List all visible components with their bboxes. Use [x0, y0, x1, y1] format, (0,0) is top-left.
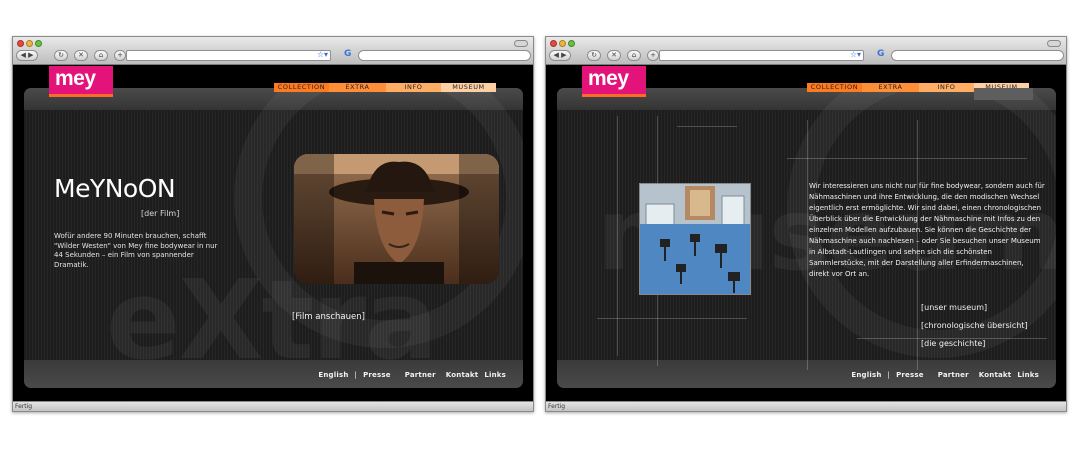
google-search-icon[interactable]: G: [344, 49, 351, 59]
footer-link-kontakt[interactable]: Kontakt: [446, 371, 479, 379]
page-description: Wofür andere 90 Minuten brauchen, schaff…: [54, 232, 218, 269]
film-preview-image[interactable]: [294, 154, 499, 284]
search-field[interactable]: [358, 50, 531, 61]
nav-item-museum[interactable]: MUSEUM: [441, 83, 496, 92]
footer-separator: |: [354, 371, 358, 379]
guide-line: [597, 318, 747, 319]
add-bookmark-button[interactable]: +: [114, 50, 126, 61]
site-panel: eXtra MeYNoON [der Film] Wofür andere 90…: [24, 88, 523, 388]
bookmark-star-icon[interactable]: ☆▾: [317, 50, 328, 59]
add-bookmark-button[interactable]: +: [647, 50, 659, 61]
museum-interior-image: [640, 184, 750, 294]
footer-link-partner[interactable]: Partner: [938, 371, 969, 379]
address-bar[interactable]: ☆▾: [659, 50, 864, 61]
nav-item-extra[interactable]: EXTRA: [329, 83, 386, 92]
zoom-window-button[interactable]: [568, 40, 575, 47]
watch-film-link[interactable]: [Film anschauen]: [292, 312, 365, 322]
logo-text: mey: [55, 67, 96, 90]
footer-link-presse[interactable]: Presse: [363, 371, 391, 379]
reload-icon[interactable]: ↻: [587, 50, 601, 61]
google-search-icon[interactable]: G: [877, 49, 884, 59]
main-navigation: COLLECTION EXTRA INFO MUSEUM: [274, 83, 496, 92]
page-title: MeYNoON: [54, 174, 176, 203]
browser-window-right: ◀ ▶ ↻ ✕ ⌂ + ☆▾ G museum Wir interessiere…: [545, 36, 1067, 412]
guide-line: [617, 116, 618, 356]
mey-logo[interactable]: mey: [49, 66, 113, 97]
museum-description: Wir interessieren uns nicht nur für fine…: [809, 182, 1045, 278]
nav-item-info[interactable]: INFO: [386, 83, 441, 92]
nav-item-info[interactable]: INFO: [919, 83, 974, 92]
status-bar: Fertig: [546, 401, 1066, 411]
minimize-window-button[interactable]: [26, 40, 33, 47]
logo-text: mey: [588, 67, 629, 90]
browser-toolbar: ◀ ▶ ↻ ✕ ⌂ + ☆▾ G: [13, 37, 533, 65]
page-viewport: museum Wir interessieren uns nicht nur f…: [546, 66, 1066, 403]
status-bar: Fertig: [13, 401, 533, 411]
page-subtitle: [der Film]: [141, 209, 180, 218]
search-field[interactable]: [891, 50, 1064, 61]
reload-icon[interactable]: ↻: [54, 50, 68, 61]
back-forward-button[interactable]: ◀ ▶: [549, 50, 571, 61]
link-unser-museum[interactable]: [unser museum]: [921, 303, 987, 312]
nav-item-extra[interactable]: EXTRA: [862, 83, 919, 92]
active-section-highlight: [974, 88, 1033, 100]
stop-icon[interactable]: ✕: [74, 50, 88, 61]
zoom-window-button[interactable]: [35, 40, 42, 47]
minimize-window-button[interactable]: [559, 40, 566, 47]
bookmark-star-icon[interactable]: ☆▾: [850, 50, 861, 59]
close-window-button[interactable]: [550, 40, 557, 47]
browser-toolbar: ◀ ▶ ↻ ✕ ⌂ + ☆▾ G: [546, 37, 1066, 65]
home-icon[interactable]: ⌂: [94, 50, 108, 61]
footer-navigation: English | Presse Partner Kontakt Links: [318, 371, 506, 379]
footer-link-partner[interactable]: Partner: [405, 371, 436, 379]
footer-link-links[interactable]: Links: [484, 371, 506, 379]
footer-link-presse[interactable]: Presse: [896, 371, 924, 379]
address-bar[interactable]: ☆▾: [126, 50, 331, 61]
link-die-geschichte[interactable]: [die geschichte]: [921, 339, 985, 348]
footer-navigation: English | Presse Partner Kontakt Links: [851, 371, 1039, 379]
guide-line: [787, 158, 1027, 159]
browser-window-left: ◀ ▶ ↻ ✕ ⌂ + ☆▾ G eXtra MeYNoON [der Film…: [12, 36, 534, 412]
stop-icon[interactable]: ✕: [607, 50, 621, 61]
footer-separator: |: [887, 371, 891, 379]
nav-item-collection[interactable]: COLLECTION: [807, 83, 862, 92]
footer-link-links[interactable]: Links: [1017, 371, 1039, 379]
back-forward-button[interactable]: ◀ ▶: [16, 50, 38, 61]
guide-line: [677, 126, 737, 127]
footer-link-kontakt[interactable]: Kontakt: [979, 371, 1012, 379]
close-window-button[interactable]: [17, 40, 24, 47]
footer-link-english[interactable]: English: [851, 371, 881, 379]
home-icon[interactable]: ⌂: [627, 50, 641, 61]
mey-logo[interactable]: mey: [582, 66, 646, 97]
footer-link-english[interactable]: English: [318, 371, 348, 379]
cowboy-still-image: [294, 154, 499, 284]
toolbar-toggle-button[interactable]: [514, 40, 528, 47]
site-panel: museum Wir interessieren uns nicht nur f…: [557, 88, 1056, 388]
toolbar-toggle-button[interactable]: [1047, 40, 1061, 47]
museum-photo: [639, 183, 751, 295]
nav-item-collection[interactable]: COLLECTION: [274, 83, 329, 92]
link-chronologische-uebersicht[interactable]: [chronologische übersicht]: [921, 321, 1028, 330]
page-viewport: eXtra MeYNoON [der Film] Wofür andere 90…: [13, 66, 533, 403]
